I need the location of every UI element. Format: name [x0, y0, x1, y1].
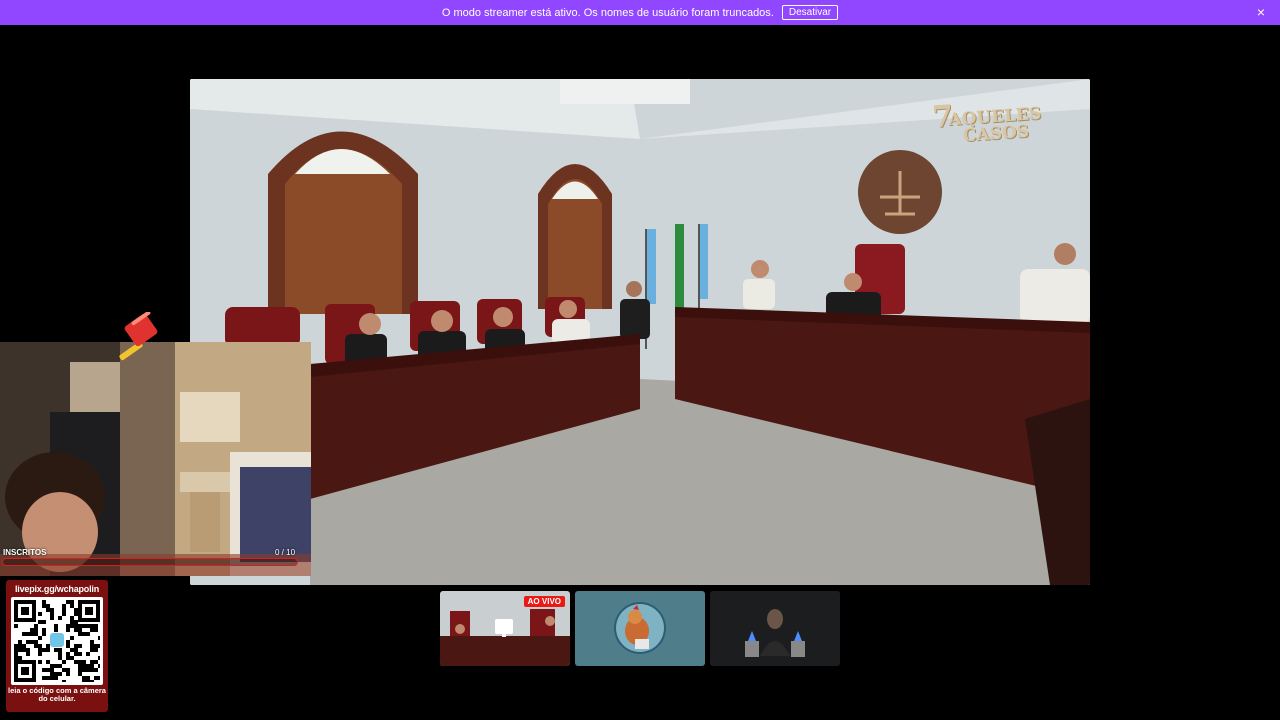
courtroom-scene	[190, 79, 1090, 585]
subscribers-label: INSCRITOS	[3, 548, 47, 557]
qr-code-icon	[11, 597, 103, 685]
aqueles-casos-watermark: 7 AQUELES CASOS	[931, 98, 1042, 147]
livepix-url: livepix.gg/wchapolin	[14, 584, 99, 594]
streamer-webcam	[0, 342, 311, 576]
screen-icon	[495, 619, 513, 637]
stream-thumbnail-live[interactable]: AO VIVO	[440, 591, 570, 666]
stream-thumbnail-rooster[interactable]	[575, 591, 705, 666]
subscribers-count: 0 / 10	[275, 548, 296, 557]
stream-thumbnail-strip: AO VIVO	[440, 591, 840, 666]
close-icon[interactable]: ×	[1254, 5, 1268, 19]
main-video-player[interactable]: 7 AQUELES CASOS	[190, 79, 1090, 585]
person-avatar-icon	[710, 591, 840, 666]
disable-streamer-mode-button[interactable]: Desativar	[781, 5, 839, 20]
banner-message: O modo streamer está ativo. Os nomes de …	[441, 6, 774, 19]
stream-thumbnail-person[interactable]	[710, 591, 840, 666]
live-badge: AO VIVO	[523, 596, 565, 607]
livepix-qr-panel: livepix.gg/wchapolin leia o código com a…	[6, 580, 108, 712]
qr-caption: leia o código com a câmera do celular.	[8, 686, 106, 703]
gavel-icon	[119, 312, 158, 361]
rooster-avatar-icon	[614, 602, 666, 654]
streamer-mode-banner: O modo streamer está ativo. Os nomes de …	[0, 0, 1280, 25]
subscribers-progress-bar	[2, 558, 298, 566]
